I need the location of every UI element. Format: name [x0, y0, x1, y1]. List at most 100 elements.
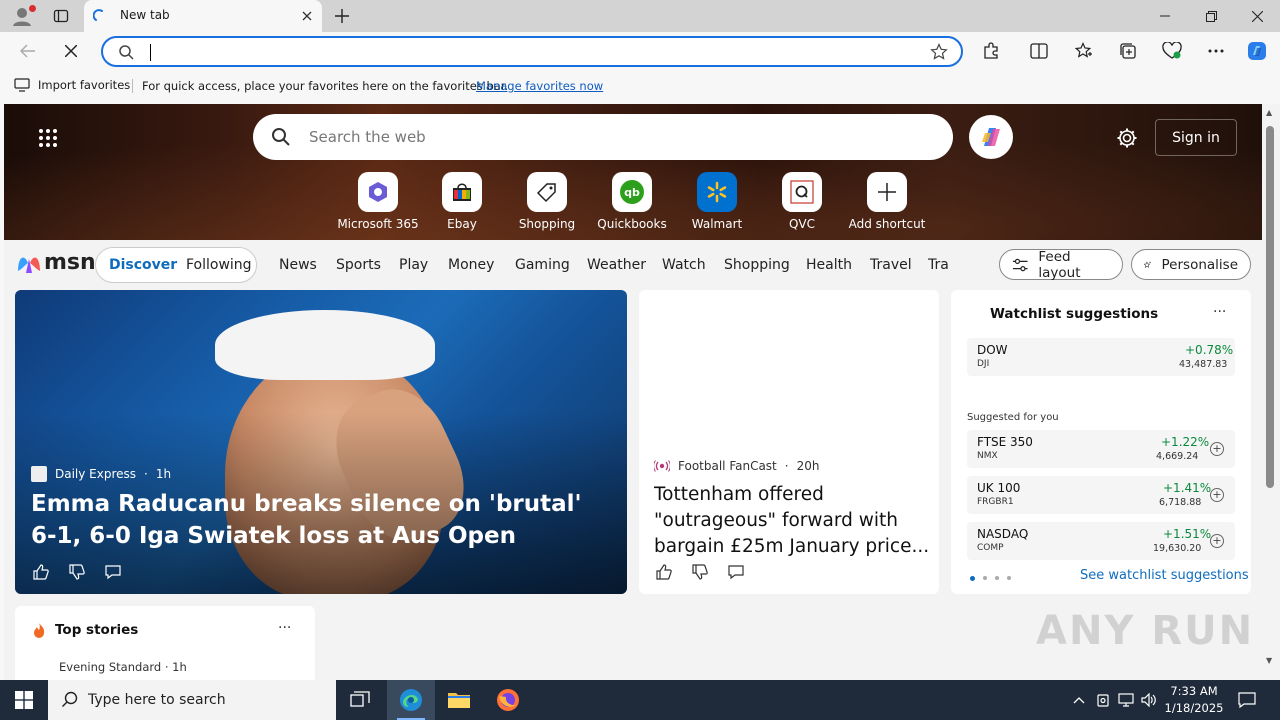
plus-icon: [335, 9, 349, 23]
collections-button[interactable]: [1114, 38, 1142, 64]
taskbar-file-explorer-button[interactable]: [435, 680, 483, 720]
thumbs-down-icon[interactable]: [690, 562, 710, 582]
story-headline[interactable]: Tottenham offered "outrageous" forward w…: [654, 482, 930, 560]
favorites-button[interactable]: [1070, 38, 1098, 64]
start-button[interactable]: [0, 680, 48, 720]
story-card[interactable]: Football FanCast · 20h Tottenham offered…: [639, 290, 939, 594]
stock-row-suggested[interactable]: NASDAQ COMP +1.51% 19,630.20 +: [967, 522, 1235, 560]
address-bar[interactable]: [101, 36, 963, 67]
add-to-watchlist-icon[interactable]: +: [1210, 534, 1224, 548]
nav-health[interactable]: Health: [806, 257, 852, 273]
top-story-source[interactable]: Evening Standard · 1h: [59, 660, 187, 674]
comment-icon[interactable]: [103, 562, 123, 582]
feed-layout-button[interactable]: Feed layout: [999, 249, 1123, 281]
settings-and-more-button[interactable]: [1202, 38, 1230, 64]
favorite-star-icon[interactable]: [929, 42, 949, 62]
shortcut-quickbooks[interactable]: qb Quickbooks: [590, 172, 674, 231]
shortcut-add[interactable]: Add shortcut: [845, 172, 929, 231]
comment-icon[interactable]: [726, 562, 746, 582]
shortcut-microsoft-365[interactable]: Microsoft 365: [336, 172, 420, 231]
nav-watch[interactable]: Watch: [662, 257, 706, 273]
split-screen-button[interactable]: [1025, 38, 1053, 64]
watchlist-more-button[interactable]: ···: [1213, 304, 1226, 320]
tray-app-icon[interactable]: [1094, 691, 1112, 709]
msn-logo[interactable]: msn: [16, 250, 96, 275]
stop-loading-button[interactable]: [57, 38, 85, 64]
nav-truncated[interactable]: Tra: [928, 257, 949, 273]
shortcut-shopping[interactable]: Shopping: [505, 172, 589, 231]
nav-news[interactable]: News: [279, 257, 317, 273]
profile-button[interactable]: [8, 4, 36, 28]
add-to-watchlist-icon[interactable]: +: [1210, 442, 1224, 456]
app-launcher-button[interactable]: [36, 126, 60, 150]
tab-following[interactable]: Following: [186, 257, 252, 273]
volume-icon[interactable]: [1140, 691, 1158, 709]
page-scrollbar[interactable]: ▲ ▼: [1262, 104, 1280, 680]
import-favorites-button[interactable]: Import favorites: [14, 78, 130, 92]
shortcut-walmart[interactable]: Walmart: [675, 172, 759, 231]
nav-shopping[interactable]: Shopping: [724, 257, 790, 273]
copilot-button[interactable]: [1243, 38, 1271, 64]
sign-in-button[interactable]: Sign in: [1155, 119, 1237, 156]
manage-favorites-link[interactable]: Manage favorites now: [476, 79, 603, 93]
quickbooks-icon: qb: [612, 172, 652, 212]
new-tab-button[interactable]: [330, 4, 354, 28]
shortcut-qvc[interactable]: QVC: [760, 172, 844, 231]
task-view-button[interactable]: [336, 680, 384, 720]
clock-time: 7:33 AM: [1170, 684, 1218, 698]
hero-story-card[interactable]: Daily Express · 1h Emma Raducanu breaks …: [15, 290, 627, 594]
tab-discover[interactable]: Discover: [109, 257, 177, 273]
restore-button[interactable]: [1188, 0, 1234, 32]
web-search-input[interactable]: [309, 126, 909, 148]
nav-sports[interactable]: Sports: [336, 257, 381, 273]
extensions-button[interactable]: [977, 38, 1005, 64]
personalise-button[interactable]: Personalise: [1131, 249, 1251, 280]
page-settings-button[interactable]: [1115, 126, 1139, 150]
football-fancast-logo: [654, 460, 670, 472]
address-input[interactable]: [147, 42, 907, 62]
notifications-icon[interactable]: [1238, 691, 1256, 709]
close-window-button[interactable]: [1234, 0, 1280, 32]
stock-row-suggested[interactable]: FTSE 350 NMX +1.22% 4,669.24 +: [967, 430, 1235, 468]
thumbs-down-icon[interactable]: [67, 562, 87, 582]
carousel-dots[interactable]: [970, 576, 1011, 581]
minimize-button[interactable]: [1142, 0, 1188, 32]
taskbar-search-box[interactable]: Type here to search: [48, 680, 336, 720]
thumbs-up-icon[interactable]: [654, 562, 674, 582]
nav-gaming[interactable]: Gaming: [515, 257, 570, 273]
taskbar-firefox-button[interactable]: [484, 680, 532, 720]
shortcut-ebay[interactable]: Ebay: [420, 172, 504, 231]
browser-essentials-button[interactable]: [1158, 38, 1186, 64]
msn-new-tab-page: Sign in Microsoft 365 Ebay Shopping qb Q…: [4, 104, 1262, 680]
stock-row-suggested[interactable]: UK 100 FRGBR1 +1.41% 6,718.88 +: [967, 476, 1235, 514]
scroll-up-arrow[interactable]: ▲: [1266, 108, 1272, 117]
web-search-box[interactable]: [253, 114, 953, 160]
thumbs-up-icon[interactable]: [31, 562, 51, 582]
scroll-down-arrow[interactable]: ▼: [1266, 656, 1272, 665]
puzzle-icon: [984, 42, 998, 59]
see-watchlist-link[interactable]: See watchlist suggestions: [1080, 568, 1249, 583]
nav-weather[interactable]: Weather: [587, 257, 646, 273]
flame-icon: [31, 622, 47, 638]
copilot-search-button[interactable]: [969, 115, 1013, 159]
nav-play[interactable]: Play: [399, 257, 428, 273]
favorites-star-icon: [1075, 42, 1092, 58]
nav-travel[interactable]: Travel: [870, 257, 912, 273]
top-stories-more-button[interactable]: ···: [278, 620, 291, 636]
nav-money[interactable]: Money: [448, 257, 494, 273]
show-hidden-icons-chevron-up-icon[interactable]: [1070, 691, 1088, 709]
browser-tab[interactable]: New tab: [84, 0, 322, 32]
tab-actions-button[interactable]: [48, 4, 74, 28]
back-button[interactable]: [14, 38, 42, 64]
taskbar-search-placeholder: Type here to search: [88, 692, 226, 708]
close-tab-icon[interactable]: [298, 7, 316, 25]
stock-row-dow[interactable]: DOW DJI +0.78% 43,487.83: [967, 338, 1235, 376]
stock-name: NASDAQ: [977, 527, 1029, 541]
taskbar-edge-button[interactable]: [387, 680, 435, 720]
network-icon[interactable]: [1117, 691, 1135, 709]
taskbar-clock[interactable]: 7:33 AM 1/18/2025: [1163, 683, 1225, 717]
scroll-thumb[interactable]: [1266, 126, 1274, 488]
add-to-watchlist-icon[interactable]: +: [1210, 488, 1224, 502]
favbar-divider: [132, 79, 133, 93]
story-headline[interactable]: Emma Raducanu breaks silence on 'brutal'…: [31, 488, 611, 552]
